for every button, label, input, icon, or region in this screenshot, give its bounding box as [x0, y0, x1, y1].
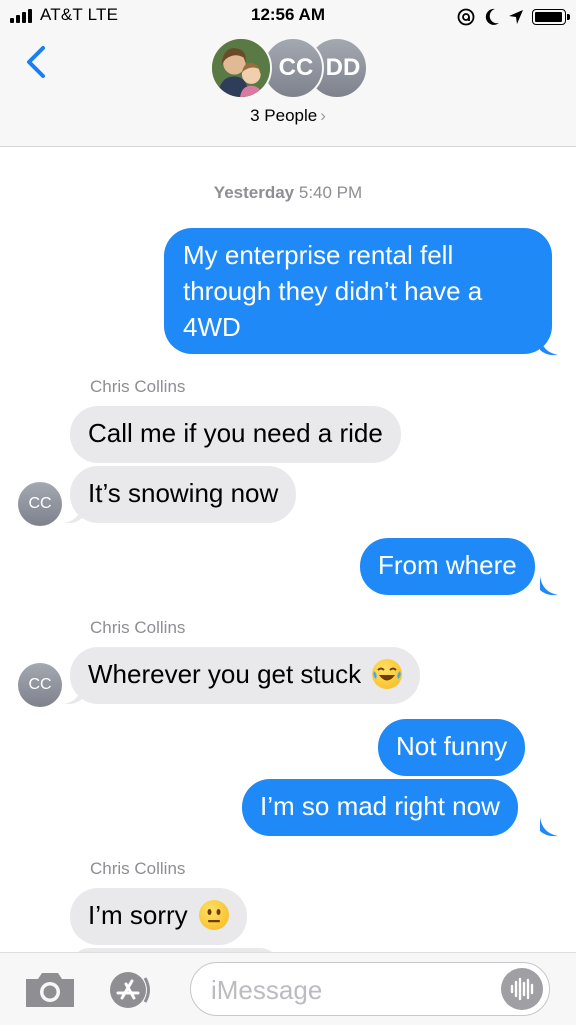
status-icons [456, 6, 570, 28]
avatar[interactable]: CC [18, 663, 62, 707]
group-avatars[interactable]: DD CC [210, 37, 370, 101]
status-bar: AT&T LTE 12:56 AM [0, 0, 576, 34]
location-icon [509, 10, 523, 24]
outgoing-message-bubble[interactable]: From where [360, 538, 535, 595]
conversation-timestamp: Yesterday 5:40 PM [213, 183, 363, 202]
conversation-header: AT&T LTE 12:56 AM DD CC 3 People › [0, 0, 576, 147]
avatar[interactable]: CC [18, 482, 62, 526]
alarm-icon [457, 8, 475, 26]
sender-name: Chris Collins [90, 618, 186, 637]
message-list[interactable]: Yesterday 5:40 PM My enterprise rental f… [0, 146, 576, 952]
neutral-face-icon [198, 900, 229, 931]
outgoing-message-bubble[interactable]: Not funny [378, 719, 526, 776]
message-input[interactable] [209, 973, 493, 1007]
bubble-tail [64, 685, 82, 705]
avatar-photo [210, 37, 272, 99]
composer-bar [0, 952, 576, 1025]
message-input-container[interactable] [190, 962, 550, 1016]
sender-name: Chris Collins [90, 377, 186, 396]
bubble-tail [540, 576, 558, 596]
chevron-right-icon: › [320, 106, 326, 125]
battery-icon [532, 9, 570, 25]
sender-name: Chris Collins [90, 859, 186, 878]
incoming-message-bubble[interactable]: I’m sorry [70, 888, 247, 945]
moon-icon [485, 8, 499, 25]
audio-waveform-icon[interactable] [501, 968, 543, 1010]
face-with-tears-of-joy-icon [372, 659, 403, 690]
bubble-tail [540, 817, 558, 837]
bubble-tail [540, 336, 558, 356]
outgoing-message-bubble[interactable]: My enterprise rental fell through they d… [164, 228, 552, 354]
camera-icon[interactable] [22, 969, 78, 1011]
incoming-message-bubble[interactable]: Wherever you get stuck [70, 647, 421, 704]
back-chevron-icon[interactable] [18, 42, 58, 82]
incoming-message-bubble[interactable]: Call me if you need a ride [70, 406, 401, 463]
bubble-tail [64, 504, 82, 524]
profile-photo-icon [212, 39, 270, 97]
app-store-icon[interactable] [104, 967, 156, 1013]
outgoing-message-bubble[interactable]: I’m so mad right now [242, 779, 518, 836]
participants-button[interactable]: 3 People › [0, 106, 576, 126]
incoming-message-bubble[interactable]: It’s snowing now [70, 466, 297, 523]
